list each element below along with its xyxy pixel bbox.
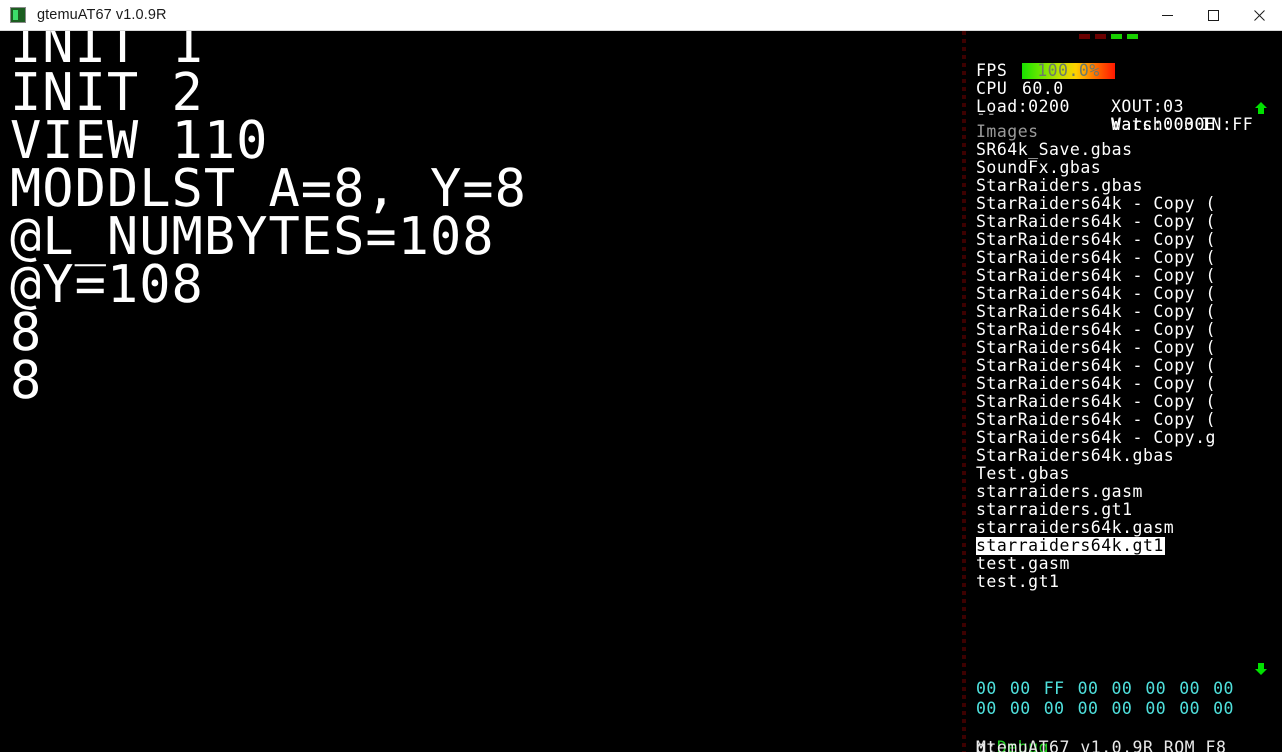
file-list-item[interactable]: StarRaiders64k - Copy ( <box>976 375 1282 393</box>
screen-line: MODDLST A=8, Y=8 <box>10 159 527 219</box>
screen-line: 8 <box>10 303 43 363</box>
file-list-item[interactable]: StarRaiders64k.gbas <box>976 447 1282 465</box>
app-icon <box>10 7 26 23</box>
file-list-item[interactable]: SoundFx.gbas <box>976 159 1282 177</box>
window-title: gtemuAT67 v1.0.9R <box>37 7 167 23</box>
memory-hex-cell: 00 <box>1009 679 1031 698</box>
memory-hex-cell: 00 <box>1043 699 1065 718</box>
tick-red-2 <box>1095 34 1106 39</box>
memory-hex-row: 00 00 FF 00 00 00 00 00 <box>976 679 1282 699</box>
file-list-item[interactable]: StarRaiders64k - Copy ( <box>976 213 1282 231</box>
memory-hex-cell: 00 <box>1213 679 1234 698</box>
cpu-usage-bar: 100.0% <box>1022 61 1115 80</box>
file-list-item[interactable]: StarRaiders64k - Copy.g <box>976 429 1282 447</box>
memory-hex-cell: 00 <box>1179 699 1201 718</box>
file-list-item[interactable]: test.gt1 <box>976 573 1282 591</box>
titlebar[interactable]: gtemuAT67 v1.0.9R <box>0 0 1282 31</box>
file-browser-list[interactable]: -- Images SR64k_Save.gbas SoundFx.gbas StarR… <box>976 105 1282 625</box>
file-list-item[interactable]: StarRaiders64k - Copy ( <box>976 393 1282 411</box>
memory-hex-cell: FF <box>1043 679 1065 698</box>
file-list-item[interactable]: Test.gbas <box>976 465 1282 483</box>
file-list-item[interactable]: StarRaiders64k - Copy ( <box>976 195 1282 213</box>
file-list-item-selected[interactable]: starraiders64k.gt1 <box>976 537 1282 555</box>
status-block: FPS 60.0 XOUT:03 IN:FF CPU 100.0% Watch:… <box>976 44 1282 134</box>
file-list-item[interactable]: StarRaiders64k - Copy ( <box>976 249 1282 267</box>
tick-red-1 <box>1079 34 1090 39</box>
footer-status: M:Debug K:Kbd R:16316 gtemuAT67 v1.0.9R … <box>976 719 1282 752</box>
memory-hex-cell: 00 <box>1077 679 1099 698</box>
file-list-item[interactable]: StarRaiders64k - Copy ( <box>976 411 1282 429</box>
status-line-load: Load:0200 Vars:0030 <box>976 80 1282 134</box>
file-list-item[interactable]: StarRaiders64k - Copy ( <box>976 339 1282 357</box>
memory-hex-cell: 00 <box>1179 679 1201 698</box>
file-list-item[interactable]: starraiders.gasm <box>976 483 1282 501</box>
memory-hex-cell: 00 <box>1111 699 1133 718</box>
file-list-item[interactable]: StarRaiders.gbas <box>976 177 1282 195</box>
memory-hex-cell: 00 <box>976 679 997 698</box>
memory-hex-cell: 00 <box>1009 699 1031 718</box>
memory-hex-cell: 00 <box>1077 699 1099 718</box>
memory-hex-cell: 00 <box>1145 699 1167 718</box>
memory-hex-cell: 00 <box>976 699 997 718</box>
file-list-item[interactable]: starraiders.gt1 <box>976 501 1282 519</box>
screen-line: 8 <box>10 351 43 411</box>
file-list-item[interactable]: StarRaiders64k - Copy ( <box>976 321 1282 339</box>
cpu-usage-value: 100.0% <box>1037 61 1100 80</box>
minimize-button[interactable] <box>1144 0 1190 31</box>
file-list-item[interactable]: Images <box>976 123 1282 141</box>
file-list-item[interactable]: StarRaiders64k - Copy ( <box>976 303 1282 321</box>
memory-hex-view: 00 00 FF 00 00 00 00 00 00 00 00 00 00 00 00 00 <box>976 679 1282 719</box>
maximize-button[interactable] <box>1190 0 1236 31</box>
window-controls <box>1144 0 1282 31</box>
file-list-item-label: starraiders64k.gt1 <box>976 537 1165 555</box>
tick-green-1 <box>1111 34 1122 39</box>
memory-hex-cell: 00 <box>1213 699 1234 718</box>
scroll-down-arrow[interactable] <box>1254 662 1268 676</box>
memory-hex-cell: 00 <box>1145 679 1167 698</box>
screen-line: @L_NUMBYTES=108 <box>10 207 495 267</box>
file-list-item[interactable]: SR64k_Save.gbas <box>976 141 1282 159</box>
close-button[interactable] <box>1236 0 1282 31</box>
debug-panel: FPS 60.0 XOUT:03 IN:FF CPU 100.0% Watch:… <box>966 31 1282 752</box>
file-list-item[interactable]: starraiders64k.gasm <box>976 519 1282 537</box>
tick-indicators <box>1079 34 1138 39</box>
screen-text-output: INIT 1 INIT 2 VIEW 110 MODDLST A=8, Y=8 @L_N… <box>10 31 527 411</box>
file-list-item[interactable]: StarRaiders64k - Copy ( <box>976 231 1282 249</box>
footer-status-line: M:Debug K:Kbd R:16316 <box>976 719 1282 752</box>
screen-line: INIT 2 <box>10 63 204 123</box>
memory-hex-row: 00 00 00 00 00 00 00 00 <box>976 699 1282 719</box>
file-list-item[interactable]: StarRaiders64k - Copy ( <box>976 285 1282 303</box>
status-line-cpu: CPU 100.0% Watch:000E <box>976 61 1282 133</box>
tick-green-2 <box>1127 34 1138 39</box>
file-list-item[interactable]: StarRaiders64k - Copy ( <box>976 357 1282 375</box>
version-line: gtemuAT67 v1.0.9R ROM F8 <box>976 738 1227 752</box>
emulator-screen[interactable]: INIT 1 INIT 2 VIEW 110 MODDLST A=8, Y=8 @L_N… <box>0 31 962 752</box>
screen-line: @Y=108 <box>10 255 204 315</box>
status-line-fps: FPS 60.0 XOUT:03 IN:FF <box>976 44 1282 134</box>
file-list-item[interactable]: -- <box>976 105 1282 123</box>
file-list-item[interactable]: StarRaiders64k - Copy ( <box>976 267 1282 285</box>
file-list-item[interactable]: test.gasm <box>976 555 1282 573</box>
emulator-window: gtemuAT67 v1.0.9R INIT 1 INIT 2 VIEW 110… <box>0 0 1282 752</box>
screen-line: VIEW 110 <box>10 111 269 171</box>
memory-hex-cell: 00 <box>1111 679 1133 698</box>
